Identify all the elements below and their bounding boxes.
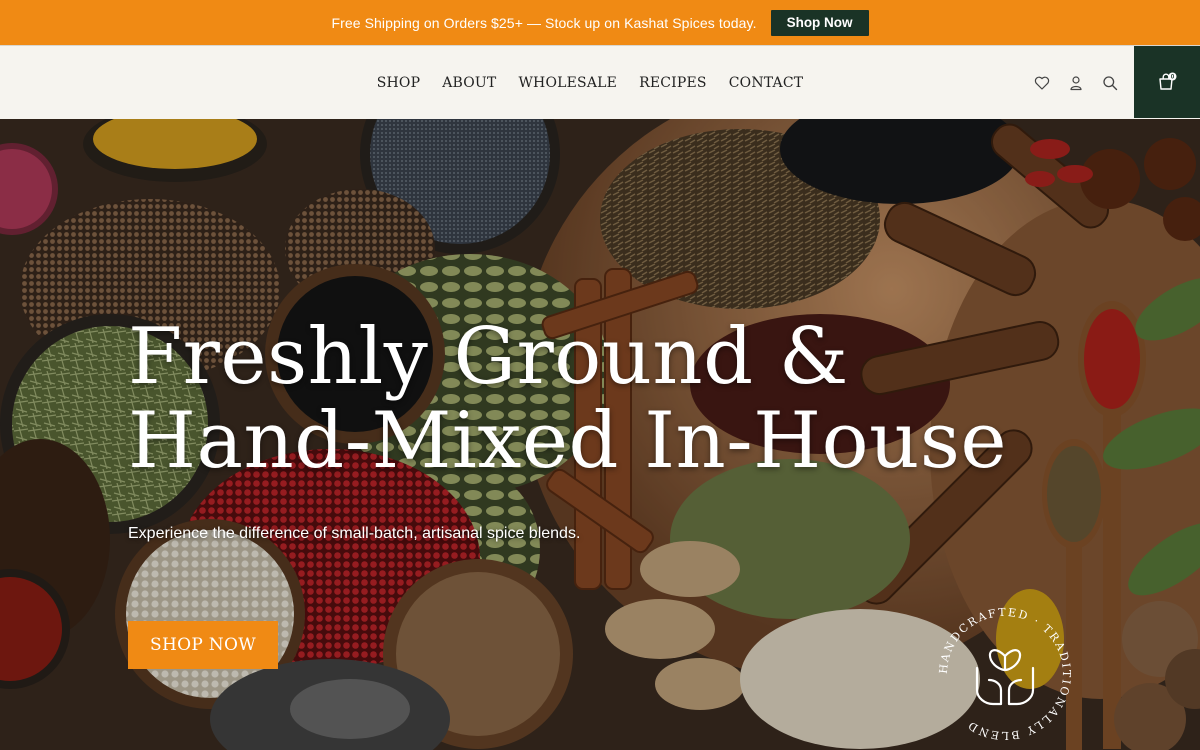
hero-title-line1: Freshly Ground &	[128, 312, 849, 402]
hero-title-line2: Hand-Mixed In-House	[128, 396, 1008, 486]
nav-item-about[interactable]: ABOUT	[442, 75, 496, 91]
cart-icon: 0	[1159, 72, 1177, 90]
header-icons	[1034, 46, 1118, 120]
promo-shop-now-button[interactable]: Shop Now	[770, 9, 869, 36]
promo-text: Free Shipping on Orders $25+ — Stock up …	[331, 14, 757, 31]
hero-section: Freshly Ground & Hand-Mixed In-House Exp…	[0, 119, 1200, 750]
nav-item-contact[interactable]: CONTACT	[729, 75, 804, 91]
nav-item-recipes[interactable]: RECIPES	[639, 75, 707, 91]
promo-bar: Free Shipping on Orders $25+ — Stock up …	[0, 0, 1200, 45]
hands-leaf-icon	[975, 649, 1035, 706]
seal-text: HANDCRAFTED · TRADITIONALLY BLEND	[937, 606, 1071, 742]
svg-text:HANDCRAFTED · TRADITIONALLY BL: HANDCRAFTED · TRADITIONALLY BLEND	[937, 606, 1073, 742]
cart-button[interactable]: 0	[1134, 46, 1200, 118]
site-header: SHOP ABOUT WHOLESALE RECIPES CONTACT 0	[0, 45, 1200, 119]
hero-shop-now-button[interactable]: SHOP NOW	[128, 621, 278, 669]
handcrafted-seal: HANDCRAFTED · TRADITIONALLY BLEND	[937, 606, 1073, 742]
nav-item-wholesale[interactable]: WHOLESALE	[518, 75, 617, 91]
hero-subtitle: Experience the difference of small-batch…	[128, 525, 581, 542]
nav-item-shop[interactable]: SHOP	[377, 75, 421, 91]
search-icon[interactable]	[1102, 75, 1118, 91]
heart-icon[interactable]	[1034, 75, 1050, 91]
hero-title: Freshly Ground & Hand-Mixed In-House	[128, 315, 1108, 483]
account-icon[interactable]	[1068, 75, 1084, 91]
main-nav: SHOP ABOUT WHOLESALE RECIPES CONTACT	[0, 46, 1200, 120]
